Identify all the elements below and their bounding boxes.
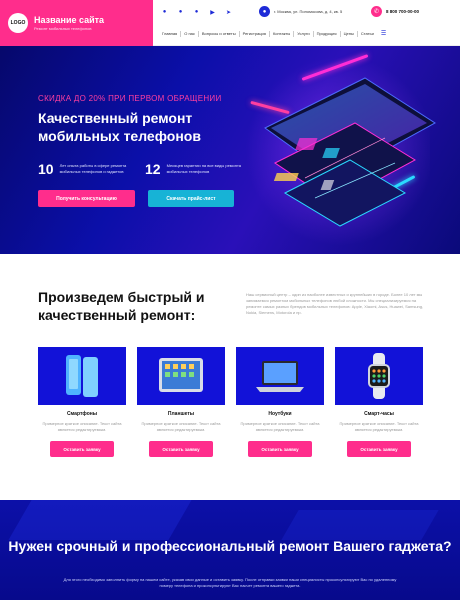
- nav-home[interactable]: Главная: [159, 30, 182, 37]
- card-title: Смартфоны: [66, 411, 98, 417]
- card-title: Планшеты: [167, 411, 195, 417]
- tablet-icon: [159, 358, 203, 392]
- vk-icon[interactable]: ●: [161, 9, 168, 16]
- smartphone-icon: [66, 355, 98, 397]
- stat-warranty: 12 Месяцев гарантии на все виды ремонта …: [145, 161, 247, 177]
- hero-title: Качественный ремонт мобильных телефонов: [38, 110, 201, 144]
- site-name[interactable]: Название сайта: [34, 15, 104, 26]
- get-consultation-button[interactable]: Получить консультацию: [38, 190, 135, 207]
- tablets-image: [137, 347, 225, 405]
- cta-decor-shape: [8, 500, 192, 540]
- nav-about[interactable]: О нас: [181, 30, 199, 37]
- address-text: г. Москва, ул. Пономосова, д. 4, кв. 5: [274, 9, 343, 14]
- stat-warranty-text: Месяцев гарантии на все виды ремонта моб…: [166, 163, 242, 174]
- nav-faq[interactable]: Вопросы и ответы: [199, 30, 240, 37]
- nav-prices[interactable]: Цены: [341, 30, 358, 37]
- service-card-laptops: Ноутбуки Примерное краткое описание. Тек…: [236, 347, 324, 457]
- location-pin-icon: ●: [259, 6, 270, 17]
- services-description: Наш сервисный центр – один из наиболее и…: [246, 292, 424, 315]
- order-button[interactable]: Оставить заявку: [149, 441, 213, 457]
- service-card-smartphones: Смартфоны Примерное краткое описание. Те…: [38, 347, 126, 457]
- stat-experience-number: 10: [38, 161, 54, 177]
- laptop-icon: [256, 361, 304, 392]
- cta-section: Нужен срочный и профессиональный ремонт …: [0, 500, 460, 600]
- promo-text: СКИДКА ДО 20% ПРИ ПЕРВОМ ОБРАЩЕНИИ: [38, 94, 222, 103]
- youtube-icon[interactable]: ▶: [209, 9, 216, 16]
- phone-circuit-illustration: [264, 77, 436, 227]
- facebook-icon[interactable]: ●: [193, 9, 200, 16]
- site-tagline: Ремонт мобильных телефонов: [34, 25, 92, 31]
- card-description: Примерное краткое описание. Текст сайта …: [42, 421, 122, 432]
- main-nav: Главная О нас Вопросы и ответы Регистрац…: [159, 30, 386, 37]
- cta-description: Для этого необходимо заполнить форму на …: [63, 577, 397, 588]
- cta-decor-shape: [281, 510, 439, 540]
- nav-products[interactable]: Продукция: [314, 30, 341, 37]
- page: LOGO Название сайта Ремонт мобильных тел…: [0, 0, 460, 600]
- phone-icon: ✆: [371, 6, 382, 17]
- logo[interactable]: LOGO: [8, 13, 28, 33]
- nav-articles[interactable]: Статьи: [358, 31, 377, 37]
- card-description: Примерное краткое описание. Текст сайта …: [141, 421, 221, 432]
- card-title: Ноутбуки: [268, 411, 292, 417]
- download-price-button[interactable]: Скачать прайс-лист: [148, 190, 234, 207]
- card-title: Смарт-часы: [364, 411, 394, 417]
- site-header: LOGO Название сайта Ремонт мобильных тел…: [0, 0, 460, 46]
- phone-number[interactable]: 8 800 700-00-00: [386, 9, 419, 14]
- nav-contacts[interactable]: Контакты: [270, 30, 295, 37]
- social-links: ● ● ● ▶ ➤: [161, 9, 232, 16]
- order-button[interactable]: Оставить заявку: [248, 441, 312, 457]
- nav-services[interactable]: Услуги: [294, 30, 314, 37]
- brand-text: Название сайта Ремонт мобильных телефоно…: [34, 15, 104, 32]
- order-button[interactable]: Оставить заявку: [50, 441, 114, 457]
- card-description: Примерное краткое описание. Текст сайта …: [339, 421, 419, 432]
- menu-burger-icon[interactable]: ☰: [381, 30, 386, 37]
- stat-warranty-number: 12: [145, 161, 161, 177]
- card-description: Примерное краткое описание. Текст сайта …: [240, 421, 320, 432]
- order-button[interactable]: Оставить заявку: [347, 441, 411, 457]
- smartwatches-image: [335, 347, 423, 405]
- stat-experience: 10 Лет опыта работы в сфере ремонта моби…: [38, 161, 140, 177]
- telegram-icon[interactable]: ➤: [225, 9, 232, 16]
- twitter-icon[interactable]: ●: [177, 9, 184, 16]
- header-bar: ● ● ● ▶ ➤ ● г. Москва, ул. Пономосова, д…: [153, 0, 460, 46]
- stat-experience-text: Лет опыта работы в сфере ремонта мобильн…: [59, 163, 127, 174]
- smartwatch-icon: [368, 353, 390, 399]
- phone-block[interactable]: ✆ 8 800 700-00-00: [371, 6, 419, 17]
- brand-block[interactable]: LOGO Название сайта Ремонт мобильных тел…: [0, 0, 153, 46]
- address-block: ● г. Москва, ул. Пономосова, д. 4, кв. 5: [259, 6, 342, 17]
- service-card-tablets: Планшеты Примерное краткое описание. Тек…: [137, 347, 225, 457]
- laptops-image: [236, 347, 324, 405]
- services-title: Произведем быстрый и качественный ремонт…: [38, 289, 205, 323]
- service-card-smartwatches: Смарт-часы Примерное краткое описание. Т…: [335, 347, 423, 457]
- nav-register[interactable]: Регистрация: [240, 30, 270, 37]
- smartphones-image: [38, 347, 126, 405]
- hero-section: СКИДКА ДО 20% ПРИ ПЕРВОМ ОБРАЩЕНИИ Качес…: [0, 46, 460, 254]
- cta-title: Нужен срочный и профессиональный ремонт …: [8, 538, 452, 554]
